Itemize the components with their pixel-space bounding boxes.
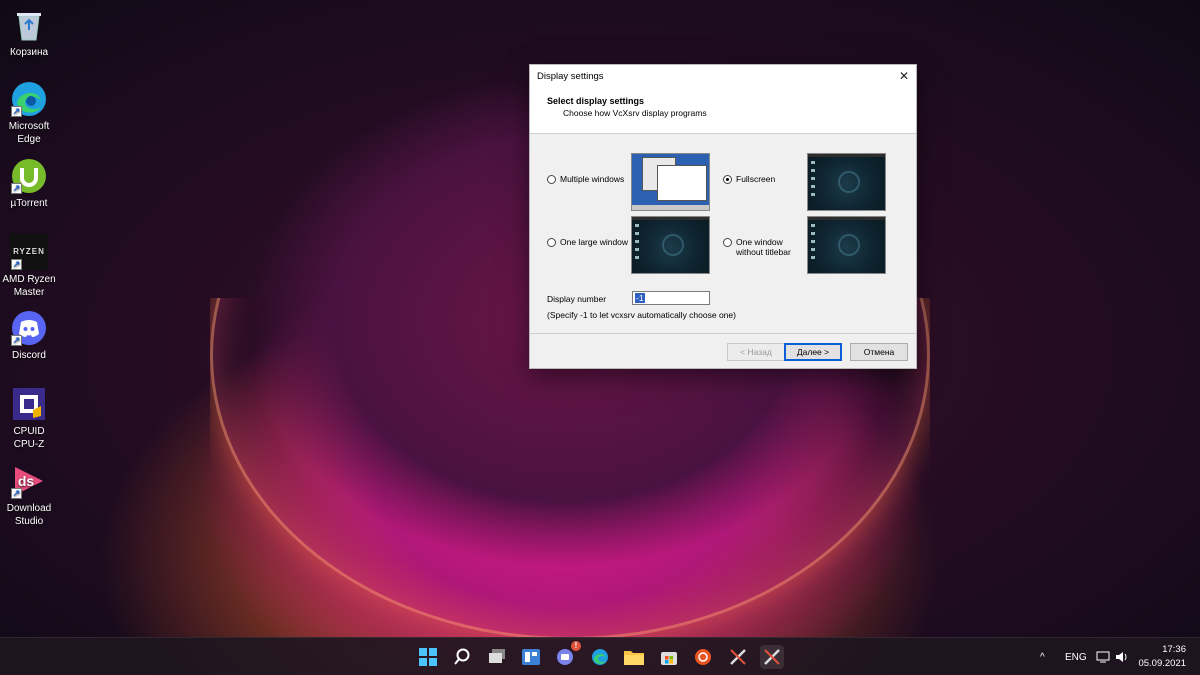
task-view-icon[interactable] [485, 645, 509, 669]
language-indicator[interactable]: ENG [1065, 638, 1087, 675]
desktop-icon-download-studio[interactable]: ds ↗ Download Studio [0, 462, 58, 528]
preview-logo [838, 234, 860, 256]
store-icon[interactable] [657, 645, 681, 669]
dialog-body: Multiple windows Fullscreen One large wi… [530, 134, 916, 334]
desktop-icon-recycle-bin[interactable]: Корзина [0, 6, 58, 60]
file-explorer-icon[interactable] [622, 645, 646, 669]
download-studio-icon: ds ↗ [10, 462, 48, 500]
desktop-icon-amd-ryzen-master[interactable]: RYZEN ↗ AMD Ryzen Master [0, 233, 58, 299]
option-fullscreen[interactable]: Fullscreen [723, 174, 775, 184]
preview-icons [811, 161, 815, 201]
clock-date: 05.09.2021 [1138, 658, 1186, 669]
dialog-subheading: Choose how VcXsrv display programs [563, 108, 707, 118]
volume-icon[interactable] [1115, 638, 1129, 675]
desktop-icon-label: Discord [12, 350, 46, 361]
shortcut-arrow-icon: ↗ [11, 183, 22, 194]
desktop-icon-label: Microsoft Edge [8, 121, 50, 145]
shortcut-arrow-icon: ↗ [11, 106, 22, 117]
display-settings-dialog: Display settings ✕ Select display settin… [529, 64, 917, 369]
next-button[interactable]: Далее > [784, 343, 842, 361]
preview-logo [838, 171, 860, 193]
preview-taskbar [632, 205, 709, 210]
option-label: Multiple windows [560, 174, 625, 184]
cpuz-icon [10, 385, 48, 423]
display-number-value: -1 [635, 293, 645, 303]
vcxsrv-active-icon[interactable] [760, 645, 784, 669]
option-label: Fullscreen [736, 174, 776, 184]
vcxsrv-icon[interactable] [726, 645, 750, 669]
radio-multiple-windows[interactable] [547, 175, 556, 184]
desktop-icon-cpuz[interactable]: CPUID CPU-Z [0, 385, 58, 451]
display-number-input[interactable]: -1 [632, 291, 710, 305]
ubuntu-icon[interactable] [691, 645, 715, 669]
display-tray-icon[interactable] [1096, 638, 1110, 675]
amd-ryzen-icon: RYZEN ↗ [10, 233, 48, 271]
option-one-large-window[interactable]: One large window [547, 237, 628, 247]
preview-one-window-without-titlebar[interactable] [807, 216, 886, 274]
taskbar: ! ^ ENG 17:36 05.09.2021 [0, 637, 1200, 675]
preview-icons [811, 224, 815, 264]
search-icon[interactable] [450, 645, 474, 669]
desktop-icon-label: AMD Ryzen Master [2, 274, 56, 298]
desktop-icon-edge[interactable]: ↗ Microsoft Edge [0, 80, 58, 146]
desktop-icon-label: CPUID CPU-Z [13, 426, 45, 450]
cancel-button[interactable]: Отмена [850, 343, 908, 361]
preview-fullscreen[interactable] [807, 153, 886, 211]
option-label: One large window [560, 237, 629, 247]
radio-one-window-without-titlebar[interactable] [723, 238, 732, 247]
clock-time: 17:36 [1162, 644, 1186, 655]
ryzen-glyph: RYZEN [13, 246, 45, 256]
preview-logo [662, 234, 684, 256]
close-icon[interactable]: ✕ [892, 65, 916, 87]
dialog-heading: Select display settings [547, 96, 645, 106]
option-label: One window without titlebar [736, 237, 791, 257]
clock[interactable]: 17:36 05.09.2021 [1138, 643, 1186, 671]
start-icon[interactable] [416, 645, 440, 669]
dialog-footer: < Назад Далее > Отмена [530, 333, 916, 368]
radio-fullscreen[interactable] [723, 175, 732, 184]
dialog-title: Display settings [537, 70, 604, 82]
desktop-icon-label: µTorrent [10, 198, 48, 209]
shortcut-arrow-icon: ↗ [11, 259, 22, 270]
radio-one-large-window[interactable] [547, 238, 556, 247]
preview-icons [635, 224, 639, 264]
desktop-icon-utorrent[interactable]: ↗ µTorrent [0, 157, 58, 211]
display-number-label: Display number [547, 294, 607, 304]
dialog-header: Select display settings Choose how VcXsr… [530, 87, 916, 134]
dlstudio-glyph: ds [17, 472, 35, 489]
desktop-icon-label: Download Studio [6, 503, 52, 527]
display-number-hint: (Specify -1 to let vcxsrv automatically … [547, 310, 736, 320]
notification-badge: ! [571, 641, 581, 651]
dialog-titlebar[interactable]: Display settings ✕ [530, 65, 916, 87]
widgets-icon[interactable] [519, 645, 543, 669]
utorrent-icon: ↗ [10, 157, 48, 195]
desktop-icon-label: Корзина [9, 47, 49, 58]
shortcut-arrow-icon: ↗ [11, 335, 22, 346]
discord-icon: ↗ [10, 309, 48, 347]
back-button[interactable]: < Назад [727, 343, 785, 361]
desktop-icon-discord[interactable]: ↗ Discord [0, 309, 58, 363]
preview-multiple-windows[interactable] [631, 153, 710, 211]
edge-icon: ↗ [10, 80, 48, 118]
edge-taskbar-icon[interactable] [588, 645, 612, 669]
option-one-window-without-titlebar[interactable]: One window without titlebar [723, 237, 803, 257]
tray-overflow-icon[interactable]: ^ [1040, 638, 1045, 675]
shortcut-arrow-icon: ↗ [11, 488, 22, 499]
teams-chat-icon[interactable]: ! [553, 641, 581, 669]
option-multiple-windows[interactable]: Multiple windows [547, 174, 624, 184]
preview-one-large-window[interactable] [631, 216, 710, 274]
preview-window [657, 165, 707, 201]
recycle-bin-icon [10, 6, 48, 44]
